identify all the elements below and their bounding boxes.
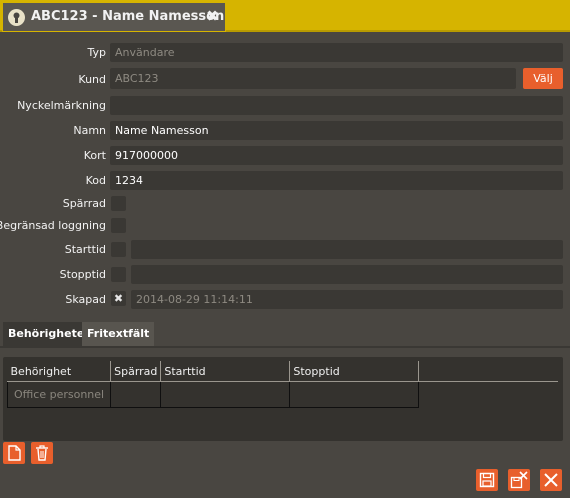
starttid-checkbox[interactable] (111, 242, 126, 257)
begransad-loggning-label: Begränsad loggning (0, 219, 106, 232)
tab-fritextfalt[interactable]: Fritextfält (82, 322, 155, 346)
tab-behorigheter[interactable]: Behörigheter (3, 322, 95, 346)
save-and-close-icon (510, 471, 528, 489)
kund-field: ABC123 (110, 68, 516, 89)
nyckelmarkning-label: Nyckelmärkning (17, 99, 106, 112)
nyckelmarkning-input[interactable] (110, 96, 563, 115)
stopptid-input[interactable] (131, 265, 563, 284)
column-header-sparrad[interactable]: Spärrad (110, 361, 162, 382)
namn-input[interactable]: Name Namesson (110, 121, 563, 140)
starttid-input[interactable] (131, 240, 563, 259)
table-cell-stopptid[interactable] (289, 381, 420, 408)
valj-button[interactable]: Välj (523, 68, 563, 89)
floppy-disk-icon (479, 472, 495, 488)
close-button[interactable] (540, 469, 562, 491)
kund-label: Kund (78, 73, 106, 86)
table-header-row: Behörighet Spärrad Starttid Stopptid (7, 361, 420, 382)
typ-field: Användare (110, 43, 563, 62)
header-divider (416, 381, 558, 382)
document-tab[interactable]: ABC123 - Name Namesson ✖ (2, 2, 226, 32)
trash-icon (36, 445, 48, 461)
typ-label: Typ (87, 46, 107, 59)
new-row-button[interactable] (3, 442, 25, 464)
save-button[interactable] (476, 469, 498, 491)
table-cell-behorighet[interactable]: Office personnel (6, 381, 112, 408)
delete-row-button[interactable] (31, 442, 53, 464)
skapad-field: 2014-08-29 11:14:11 (131, 290, 563, 309)
skapad-label: Skapad (65, 293, 106, 306)
tab-title: ABC123 - Name Namesson (31, 9, 225, 24)
namn-label: Namn (73, 124, 106, 137)
starttid-label: Starttid (64, 243, 106, 256)
new-document-icon (8, 445, 21, 461)
permissions-table: Behörighet Spärrad Starttid Stopptid Off… (6, 361, 420, 408)
close-icon (544, 473, 558, 487)
permissions-panel: Behörighet Spärrad Starttid Stopptid Off… (3, 357, 563, 441)
begransad-loggning-checkbox[interactable] (111, 218, 126, 233)
column-header-behorighet[interactable]: Behörighet (7, 361, 112, 382)
save-and-close-button[interactable] (508, 469, 530, 491)
tab-close-icon[interactable]: ✖ (206, 7, 219, 25)
table-row[interactable]: Office personnel (6, 381, 420, 408)
sparrad-checkbox[interactable] (111, 196, 126, 211)
skapad-checkbox: ✖ (111, 291, 126, 306)
kod-label: Kod (85, 174, 106, 187)
kort-input[interactable]: 917000000 (110, 146, 563, 165)
table-cell-sparrad[interactable] (110, 381, 162, 408)
stopptid-checkbox[interactable] (111, 267, 126, 282)
window-tabbar: ABC123 - Name Namesson ✖ (0, 0, 570, 32)
column-header-stopptid[interactable]: Stopptid (289, 361, 420, 382)
column-header-starttid[interactable]: Starttid (160, 361, 291, 382)
kod-input[interactable]: 1234 (110, 171, 563, 190)
sparrad-label: Spärrad (62, 197, 106, 210)
kort-label: Kort (83, 149, 106, 162)
stopptid-label: Stopptid (59, 268, 106, 281)
key-lock-icon (8, 9, 25, 26)
subtab-divider (0, 346, 570, 348)
table-cell-starttid[interactable] (160, 381, 291, 408)
